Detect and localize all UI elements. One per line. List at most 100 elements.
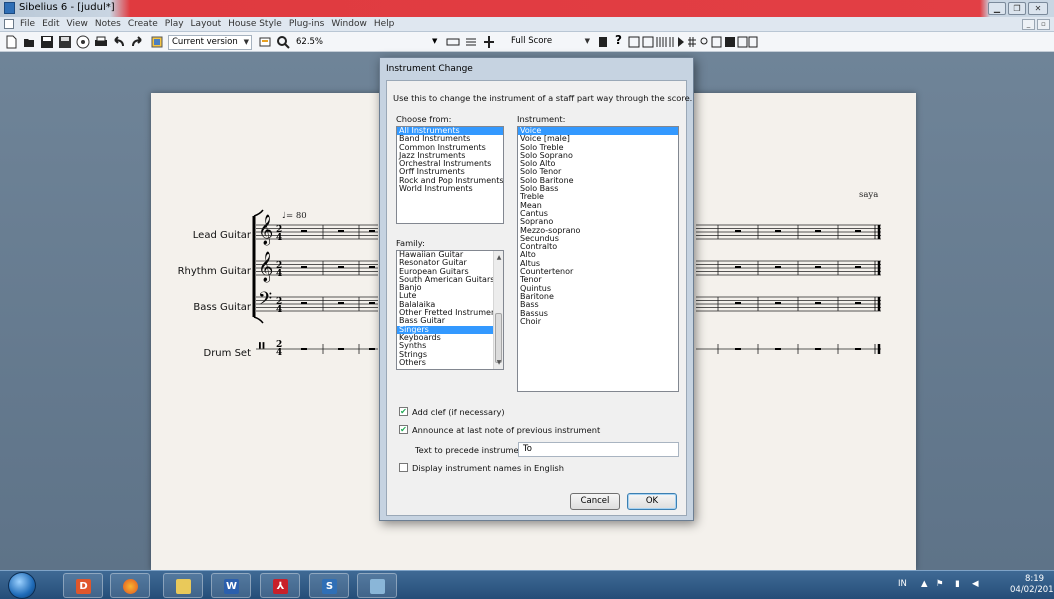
minimize-button[interactable]: ▁ [988,2,1006,15]
instrument-item[interactable]: Countertenor [518,267,678,276]
menu-bar: File Edit View Notes Create Play Layout … [0,17,1054,32]
taskbar-app-media[interactable]: D [63,573,103,598]
instrument-item[interactable]: Choir [518,317,678,326]
taskbar-app-firefox[interactable] [110,573,150,598]
sibelius-app-icon[interactable] [4,2,15,14]
add-clef-label: Add clef (if necessary) [412,407,505,417]
mdi-restore-button[interactable]: ▫ [1037,19,1050,30]
menu-view[interactable]: View [67,19,88,29]
family-scrollbar[interactable]: ▲ ▼ [493,251,503,369]
announce-checkbox[interactable]: ✔ [399,425,408,434]
document-icon[interactable] [4,19,14,29]
menu-edit[interactable]: Edit [42,19,59,29]
svg-text:4: 4 [276,305,282,315]
mdi-minimize-button[interactable]: _ [1022,19,1035,30]
acrobat-icon: ⅄ [273,579,288,594]
instrument-item[interactable]: Baritone [518,292,678,301]
menu-house-style[interactable]: House Style [228,19,282,29]
svg-text:4: 4 [276,269,282,279]
new-file-icon[interactable] [4,35,18,49]
choose-from-list[interactable]: All Instruments Band Instruments Common In… [396,126,504,224]
title-bar: Sibelius 6 - [judul*] ▁ ❐ ✕ [0,0,1054,17]
cancel-button[interactable]: Cancel [570,493,620,510]
menu-plugins[interactable]: Plug-ins [289,19,325,29]
family-list[interactable]: Hawaiian Guitar Resonator Guitar European … [396,250,504,370]
family-item[interactable]: Others [397,358,503,367]
open-file-icon[interactable] [22,35,36,49]
window-title: Sibelius 6 - [judul*] [19,2,115,13]
window-panels-icon[interactable] [628,35,758,49]
save-icon[interactable] [40,35,54,49]
instrument-item[interactable]: Treble [518,193,678,202]
choose-from-item[interactable]: World Instruments [397,184,503,193]
save-as-icon[interactable] [58,35,72,49]
taskbar-app-explorer[interactable] [163,573,203,598]
instrument-item[interactable]: Contralto [518,242,678,251]
version-select-value: Current version [172,37,238,47]
english-names-label: Display instrument names in English [412,463,565,473]
instrument-list[interactable]: Voice Voice [male] Solo Treble Solo Soprano… [517,126,679,392]
clock-time: 8:19 [1024,574,1045,584]
taskbar-app-paint[interactable] [357,573,397,598]
menu-layout[interactable]: Layout [191,19,222,29]
paint-icon [370,579,385,594]
ok-button[interactable]: OK [627,493,677,510]
restore-button[interactable]: ❐ [1008,2,1026,15]
dialog-body: Use this to change the instrument of a s… [386,80,692,516]
family-label: Family: [396,238,425,248]
clock-date: 04/02/2018 [1010,585,1054,595]
tray-expand-icon[interactable]: ▲ [921,579,928,589]
precede-text-input[interactable]: To [518,442,679,457]
volume-icon[interactable]: ◀ [972,579,979,589]
scroll-down-icon[interactable]: ▼ [495,359,503,366]
toolbar: Current version ▼ 62.5% ▼ Full Score ▼ ? [0,32,1054,52]
taskbar-app-acrobat[interactable]: ⅄ [260,573,300,598]
part-view-value: Full Score [511,36,553,46]
taskbar-app-word[interactable]: W [211,573,251,598]
menu-help[interactable]: Help [374,19,395,29]
menu-items: File Edit View Notes Create Play Layout … [20,19,394,29]
flexi-time-icon[interactable] [258,35,272,49]
view-lines-icon[interactable] [464,35,478,49]
parts-icon[interactable] [482,35,496,49]
help-icon[interactable]: ? [615,33,622,47]
zoom-icon[interactable] [276,35,290,49]
media-player-icon: D [76,579,91,594]
word-icon: W [224,579,239,594]
instrument-item[interactable]: Bassus [518,309,678,318]
language-indicator[interactable]: IN [898,579,907,589]
disc-icon[interactable] [76,35,90,49]
version-select[interactable]: Current version ▼ [168,35,252,50]
ideas-icon[interactable] [596,35,610,49]
menu-file[interactable]: File [20,19,35,29]
add-clef-checkbox[interactable]: ✔ [399,407,408,416]
redo-icon[interactable] [130,35,144,49]
undo-icon[interactable] [112,35,126,49]
versions-icon[interactable] [150,35,164,49]
svg-text:4: 4 [276,233,282,243]
firefox-icon [123,579,138,594]
zoom-level[interactable]: 62.5% [296,37,323,47]
scroll-up-icon[interactable]: ▲ [495,254,503,261]
zoom-dropdown-icon[interactable]: ▼ [432,37,437,45]
menu-window[interactable]: Window [331,19,367,29]
instrument-item[interactable]: Alto [518,251,678,260]
start-button[interactable] [8,572,36,599]
menu-notes[interactable]: Notes [95,19,121,29]
part-view-select[interactable]: Full Score ▼ [508,35,592,50]
english-names-checkbox[interactable] [399,463,408,472]
svg-text:4: 4 [276,348,282,358]
taskbar-app-sibelius[interactable]: S [309,573,349,598]
print-icon[interactable] [94,35,108,49]
choose-from-label: Choose from: [396,114,452,124]
close-button[interactable]: ✕ [1028,2,1048,15]
network-flag-icon[interactable]: ⚑ [936,579,944,589]
menu-play[interactable]: Play [165,19,184,29]
instrument-label: Instrument: [517,114,566,124]
scroll-thumb[interactable] [495,313,502,363]
menu-create[interactable]: Create [128,19,158,29]
clock[interactable]: 8:19 04/02/2018 [1010,574,1054,596]
battery-icon[interactable]: ▮ [955,579,960,589]
panorama-icon[interactable] [446,35,460,49]
dialog-title: Instrument Change [386,64,473,74]
